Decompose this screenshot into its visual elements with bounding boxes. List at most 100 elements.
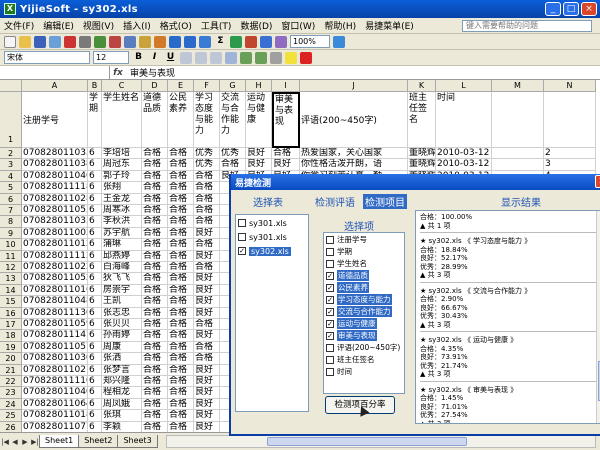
table-cell[interactable]: 0708280110526 [22,273,88,285]
column-header[interactable]: N [544,80,596,92]
sheet-tab-3[interactable]: Sheet3 [117,435,158,448]
column-header[interactable]: A [22,80,88,92]
table-cell[interactable]: 合格 [168,284,194,297]
table-cell[interactable]: 3 [544,159,596,171]
drawing-icon[interactable] [275,35,287,48]
table-cell[interactable]: 良好 [194,250,220,262]
table-cell[interactable]: 合格 [142,148,168,160]
menu-insert[interactable]: 插入(I) [123,19,151,32]
table-cell[interactable]: 周康 [102,341,142,354]
row-header[interactable]: 20 [0,353,22,365]
table-cell[interactable]: 合格 [194,341,220,354]
table-cell[interactable]: 合格 [168,182,194,194]
table-cell[interactable]: 0708280110125 [22,239,88,251]
table-cell[interactable]: 良好 [194,398,220,411]
table-cell[interactable]: 周冠东 [102,159,142,171]
menu-data[interactable]: 数据(D) [240,19,272,32]
column-title-cell[interactable] [544,92,596,148]
table-cell[interactable]: 张梦言 [102,364,142,376]
table-cell[interactable]: 良好 [246,159,272,171]
table-cell[interactable]: 6 [88,170,102,183]
table-cell[interactable]: 合格 [142,353,168,365]
table-cell[interactable]: 合格 [142,216,168,228]
table-cell[interactable]: 6 [88,148,102,160]
table-cell[interactable]: 良好 [194,273,220,285]
file-item[interactable]: sy301.xls [236,217,308,229]
table-cell[interactable]: 程相龙 [102,387,142,399]
checkbox[interactable] [326,355,334,364]
borders-icon[interactable] [270,51,282,64]
table-cell[interactable]: 良好 [194,227,220,240]
table-cell[interactable]: 张洒 [102,353,142,365]
column-header[interactable]: M [492,80,544,92]
formula-input[interactable]: 审美与表现 [126,66,175,79]
row-header[interactable]: 3 [0,159,22,171]
menu-view[interactable]: 视图(V) [83,19,114,32]
column-title-cell[interactable]: 审美与表现 [272,92,300,148]
table-cell[interactable]: 合格 [142,227,168,240]
tab-check-comments[interactable]: 检测评语 [315,194,355,209]
checkbox-checked[interactable]: ✓ [326,271,334,280]
table-cell[interactable]: 6 [88,227,102,240]
currency-icon[interactable] [240,51,252,64]
table-cell[interactable]: 6 [88,205,102,217]
table-cell[interactable]: 0708280110283 [22,193,88,205]
chart-wizard-icon[interactable] [260,35,272,48]
table-cell[interactable]: 0708280110338 [22,148,88,160]
column-title-cell[interactable]: 交流与合作能力 [220,92,246,148]
table-cell[interactable]: 0708280110305 [22,353,88,365]
checkbox[interactable] [326,343,334,352]
checkbox[interactable] [326,247,334,256]
table-cell[interactable]: 6 [88,364,102,376]
table-cell[interactable]: 合格 [168,353,194,365]
table-cell[interactable]: 合格 [168,148,194,160]
table-cell[interactable]: 6 [88,353,102,365]
table-cell[interactable]: 6 [88,421,102,432]
table-cell[interactable]: 6 [88,319,102,331]
table-cell[interactable]: 0708280110641 [22,398,88,411]
option-item[interactable]: 学期 [324,246,404,257]
table-cell[interactable]: 张翔 [102,182,142,194]
checkbox-checked[interactable]: ✓ [238,247,246,255]
table-cell[interactable]: 6 [88,341,102,354]
menu-file[interactable]: 文件(F) [4,19,34,32]
column-header[interactable]: L [436,80,492,92]
table-cell[interactable]: 郑兴隆 [102,376,142,388]
sort-asc-icon[interactable] [230,35,242,48]
zoom-select[interactable]: 100% [290,35,330,48]
copy-icon[interactable] [124,35,136,48]
table-cell[interactable]: 合格 [168,410,194,422]
row-header[interactable]: 5 [0,182,22,194]
table-cell[interactable]: 0708280110571 [22,341,88,354]
align-left-icon[interactable] [180,51,192,64]
column-header[interactable]: F [194,80,220,92]
close-icon[interactable]: × [581,2,597,16]
table-cell[interactable]: 合格 [142,239,168,251]
print-icon[interactable] [64,35,76,48]
table-cell[interactable]: 白海峰 [102,262,142,274]
table-cell[interactable]: 合格 [142,364,168,376]
table-cell[interactable] [492,159,544,171]
table-cell[interactable]: 0708280111181 [22,182,88,194]
row-header[interactable]: 25 [0,410,22,422]
hyperlink-icon[interactable] [199,35,211,48]
table-cell[interactable]: 合格 [142,250,168,262]
checkbox-checked[interactable]: ✓ [326,319,334,328]
select-all-corner[interactable] [0,80,22,92]
table-cell[interactable]: 合格 [168,262,194,274]
column-header[interactable]: I [272,80,300,92]
row-header[interactable]: 13 [0,273,22,285]
table-cell[interactable]: 良好 [194,330,220,342]
checkbox-checked[interactable]: ✓ [326,283,334,292]
table-cell[interactable]: 良好 [246,148,272,160]
option-item[interactable]: 学生姓名 [324,258,404,269]
column-title-cell[interactable]: 时间 [436,92,492,148]
table-cell[interactable]: 周寒冰 [102,205,142,217]
column-title-cell[interactable]: 班主任签名 [408,92,436,148]
table-cell[interactable]: 苏宇航 [102,227,142,240]
row-header[interactable]: 7 [0,205,22,217]
row-header[interactable]: 18 [0,330,22,342]
table-cell[interactable]: 合格 [168,364,194,376]
checkbox-checked[interactable]: ✓ [326,295,334,304]
table-cell[interactable]: 6 [88,182,102,194]
